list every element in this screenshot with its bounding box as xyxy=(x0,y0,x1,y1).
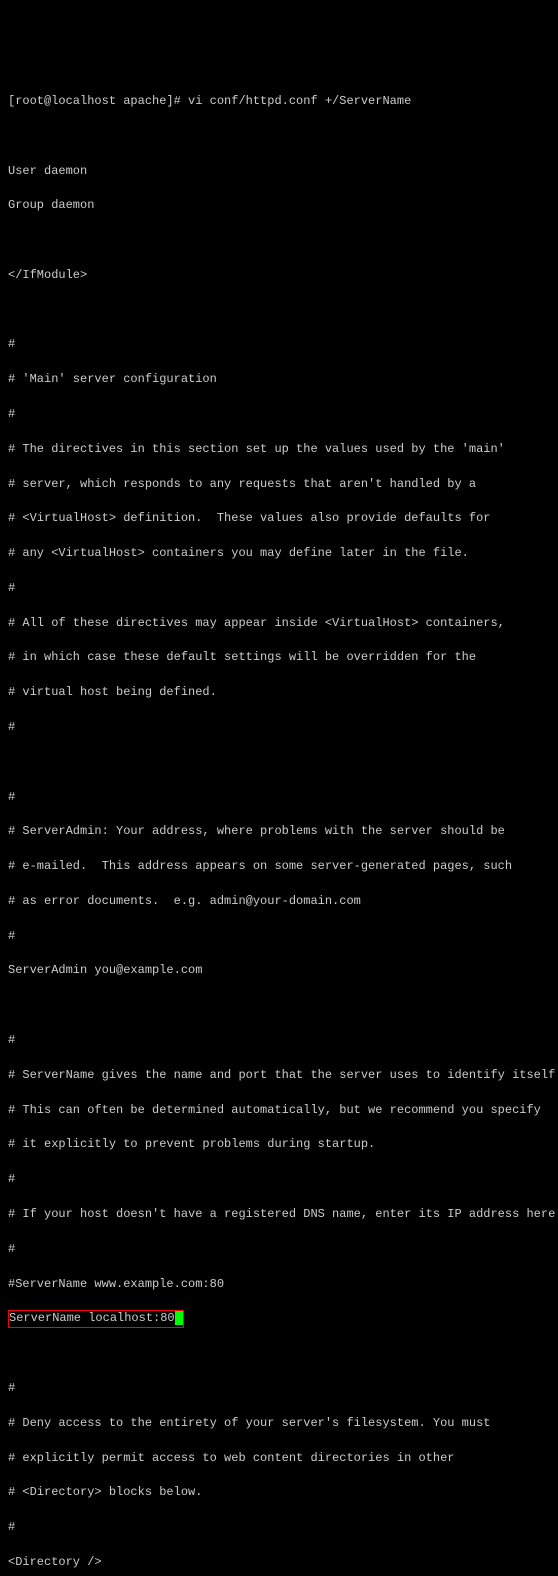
comment-line: # <VirtualHost> definition. These values… xyxy=(8,510,550,527)
comment-line: # xyxy=(8,1241,550,1258)
prompt-line: [root@localhost apache]# vi conf/httpd.c… xyxy=(8,93,550,110)
comment-line: # server, which responds to any requests… xyxy=(8,476,550,493)
comment-line: # xyxy=(8,1171,550,1188)
comment-line: # explicitly permit access to web conten… xyxy=(8,1450,550,1467)
comment-line: # xyxy=(8,336,550,353)
highlighted-servername: ServerName localhost:80 xyxy=(8,1310,184,1328)
comment-line: # in which case these default settings w… xyxy=(8,649,550,666)
comment-line: # it explicitly to prevent problems duri… xyxy=(8,1136,550,1153)
comment-line: # any <VirtualHost> containers you may d… xyxy=(8,545,550,562)
comment-line: # Deny access to the entirety of your se… xyxy=(8,1415,550,1432)
comment-line: # The directives in this section set up … xyxy=(8,441,550,458)
terminal-viewport[interactable]: [root@localhost apache]# vi conf/httpd.c… xyxy=(8,76,550,1576)
comment-line: #ServerName www.example.com:80 xyxy=(8,1276,550,1293)
blank-line xyxy=(8,754,550,771)
comment-line: # e-mailed. This address appears on some… xyxy=(8,858,550,875)
comment-line: # xyxy=(8,1380,550,1397)
servername-line: ServerName localhost:80 xyxy=(8,1310,550,1328)
config-line: </IfModule> xyxy=(8,267,550,284)
comment-line: # ServerName gives the name and port tha… xyxy=(8,1067,550,1084)
blank-line xyxy=(8,128,550,145)
comment-line: # xyxy=(8,928,550,945)
config-line: Group daemon xyxy=(8,197,550,214)
comment-line: # This can often be determined automatic… xyxy=(8,1102,550,1119)
comment-line: # xyxy=(8,580,550,597)
servername-text: ServerName localhost:80 xyxy=(9,1311,175,1325)
comment-line: # ServerAdmin: Your address, where probl… xyxy=(8,823,550,840)
comment-line: # xyxy=(8,1032,550,1049)
blank-line xyxy=(8,997,550,1014)
comment-line: # 'Main' server configuration xyxy=(8,371,550,388)
config-line: <Directory /> xyxy=(8,1554,550,1571)
blank-line xyxy=(8,232,550,249)
config-line: ServerAdmin you@example.com xyxy=(8,962,550,979)
comment-line: # If your host doesn't have a registered… xyxy=(8,1206,550,1223)
comment-line: # xyxy=(8,789,550,806)
config-line: User daemon xyxy=(8,163,550,180)
cursor-block xyxy=(175,1311,183,1325)
comment-line: # <Directory> blocks below. xyxy=(8,1484,550,1501)
comment-line: # All of these directives may appear ins… xyxy=(8,615,550,632)
blank-line xyxy=(8,302,550,319)
comment-line: # as error documents. e.g. admin@your-do… xyxy=(8,893,550,910)
comment-line: # virtual host being defined. xyxy=(8,684,550,701)
blank-line xyxy=(8,1345,550,1362)
comment-line: # xyxy=(8,719,550,736)
comment-line: # xyxy=(8,1519,550,1536)
comment-line: # xyxy=(8,406,550,423)
